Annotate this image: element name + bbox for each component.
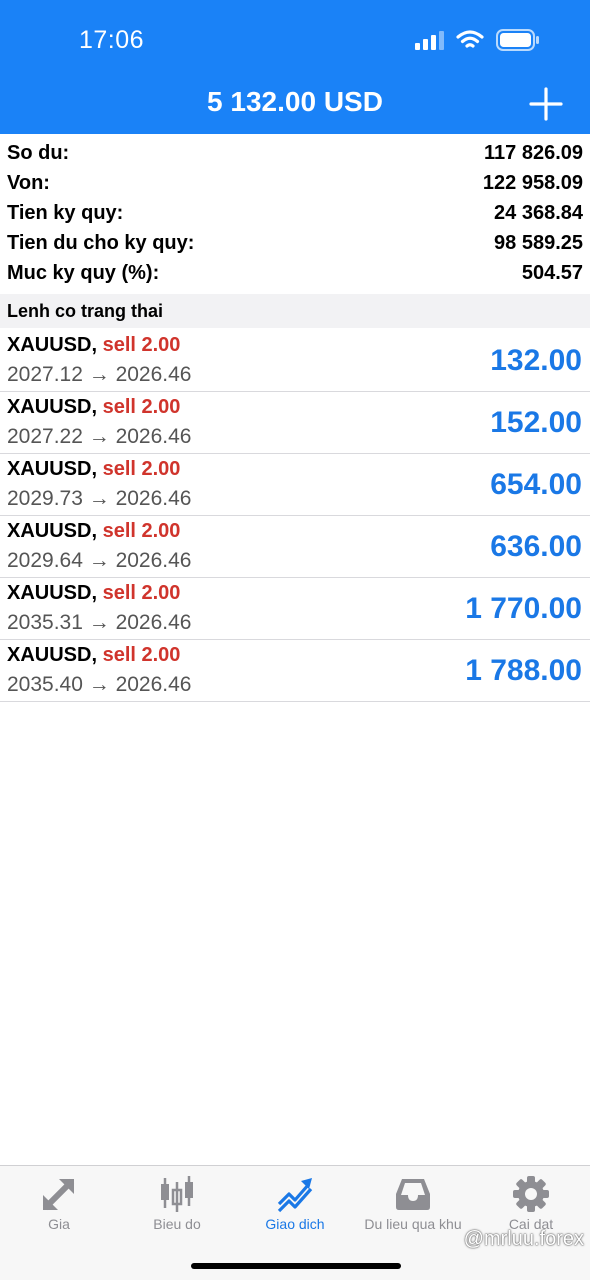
tab-settings[interactable]: Cai dat — [472, 1166, 590, 1236]
position-row[interactable]: XAUUSD, sell 2.00 2029.64 → 2026.46 636.… — [0, 516, 590, 578]
position-profit: 636.00 — [490, 530, 582, 563]
tab-trade[interactable]: Giao dich — [236, 1166, 354, 1236]
position-row[interactable]: XAUUSD, sell 2.00 2027.22 → 2026.46 152.… — [0, 392, 590, 454]
position-prices: 2029.64 → 2026.46 — [7, 549, 192, 572]
add-order-button[interactable] — [528, 86, 564, 122]
home-indicator[interactable] — [191, 1263, 401, 1269]
summary-value: 504.57 — [521, 261, 583, 284]
position-side: sell 2.00 — [102, 644, 181, 666]
tab-label: Bieu do — [153, 1216, 201, 1232]
position-title: XAUUSD, sell 2.00 — [7, 520, 180, 543]
position-row[interactable]: XAUUSD, sell 2.00 2027.12 → 2026.46 132.… — [0, 330, 590, 392]
trade-trend-icon — [277, 1178, 313, 1213]
position-prices: 2027.22 → 2026.46 — [7, 425, 192, 448]
position-side: sell 2.00 — [102, 520, 181, 542]
position-row[interactable]: XAUUSD, sell 2.00 2035.40 → 2026.46 1 78… — [0, 640, 590, 702]
position-side: sell 2.00 — [102, 458, 181, 480]
summary-label: Tien du cho ky quy: — [7, 231, 195, 254]
status-time: 17:06 — [79, 26, 145, 54]
summary-label: Tien ky quy: — [7, 201, 124, 224]
status-icons — [414, 29, 540, 51]
history-inbox-icon — [396, 1179, 430, 1210]
summary-value: 98 589.25 — [494, 231, 583, 254]
position-title: XAUUSD, sell 2.00 — [7, 644, 180, 667]
summary-row-margin: Tien ky quy: 24 368.84 — [0, 198, 590, 228]
summary-label: Muc ky quy (%): — [7, 261, 160, 284]
watermark: @mrluu.forex — [463, 1228, 584, 1250]
open-positions-header: Lenh co trang thai — [0, 294, 590, 328]
quotes-arrows-icon — [42, 1178, 75, 1211]
position-profit: 1 788.00 — [465, 654, 582, 687]
position-title: XAUUSD, sell 2.00 — [7, 458, 180, 481]
summary-row-margin-level: Muc ky quy (%): 504.57 — [0, 258, 590, 288]
position-symbol: XAUUSD, — [7, 520, 98, 542]
tab-chart[interactable]: Bieu do — [118, 1166, 236, 1236]
position-profit: 654.00 — [490, 468, 582, 501]
position-side: sell 2.00 — [102, 334, 181, 356]
candlestick-chart-icon — [161, 1176, 193, 1212]
section-title: Lenh co trang thai — [7, 300, 164, 321]
position-profit: 1 770.00 — [465, 592, 582, 625]
tab-quotes[interactable]: Gia — [0, 1166, 118, 1236]
position-profit: 152.00 — [490, 406, 582, 439]
summary-label: So du: — [7, 141, 70, 164]
tab-label: Gia — [48, 1216, 70, 1232]
position-symbol: XAUUSD, — [7, 644, 98, 666]
position-prices: 2029.73 → 2026.46 — [7, 487, 192, 510]
position-side: sell 2.00 — [102, 396, 181, 418]
battery-icon — [496, 29, 539, 51]
position-title: XAUUSD, sell 2.00 — [7, 396, 180, 419]
app-header: 17:06 5 132.00 USD — [0, 0, 590, 134]
cellular-signal-icon — [415, 31, 444, 50]
summary-row-equity: Von: 122 958.09 — [0, 168, 590, 198]
position-side: sell 2.00 — [102, 582, 181, 604]
position-title: XAUUSD, sell 2.00 — [7, 334, 180, 357]
position-symbol: XAUUSD, — [7, 396, 98, 418]
tab-history[interactable]: Du lieu qua khu — [354, 1166, 472, 1236]
position-row[interactable]: XAUUSD, sell 2.00 2035.31 → 2026.46 1 77… — [0, 578, 590, 640]
account-equity-title: 5 132.00 USD — [207, 86, 383, 117]
position-symbol: XAUUSD, — [7, 334, 98, 356]
position-symbol: XAUUSD, — [7, 458, 98, 480]
summary-value: 122 958.09 — [482, 171, 583, 194]
summary-value: 24 368.84 — [494, 201, 583, 224]
position-prices: 2027.12 → 2026.46 — [7, 363, 192, 386]
position-profit: 132.00 — [490, 344, 582, 377]
positions-list: XAUUSD, sell 2.00 2027.12 → 2026.46 132.… — [0, 330, 590, 702]
position-title: XAUUSD, sell 2.00 — [7, 582, 180, 605]
position-row[interactable]: XAUUSD, sell 2.00 2029.73 → 2026.46 654.… — [0, 454, 590, 516]
summary-value: 117 826.09 — [484, 141, 583, 164]
wifi-icon — [456, 30, 484, 48]
summary-row-free-margin: Tien du cho ky quy: 98 589.25 — [0, 228, 590, 258]
position-prices: 2035.40 → 2026.46 — [7, 673, 192, 696]
account-summary: So du: 117 826.09 Von: 122 958.09 Tien k… — [0, 138, 590, 288]
summary-row-balance: So du: 117 826.09 — [0, 138, 590, 168]
tab-label: Du lieu qua khu — [364, 1216, 462, 1232]
position-prices: 2035.31 → 2026.46 — [7, 611, 192, 634]
summary-label: Von: — [7, 171, 50, 194]
gear-icon — [513, 1176, 549, 1212]
position-symbol: XAUUSD, — [7, 582, 98, 604]
tab-label: Giao dich — [265, 1216, 325, 1232]
